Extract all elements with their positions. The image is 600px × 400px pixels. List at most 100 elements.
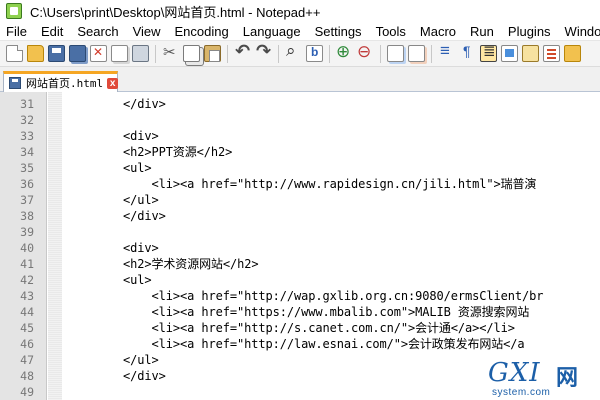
line-text: </div> bbox=[66, 369, 166, 383]
tab-label: 网站首页.html bbox=[26, 77, 104, 90]
code-line[interactable]: 33 <div> bbox=[0, 128, 600, 144]
line-number: 37 bbox=[20, 193, 34, 207]
window-title: C:\Users\print\Desktop\网站首页.html - Notep… bbox=[30, 4, 321, 20]
line-number: 33 bbox=[20, 129, 34, 143]
code-line[interactable]: 38 </div> bbox=[0, 208, 600, 224]
close-icon[interactable] bbox=[90, 45, 107, 62]
menu-settings[interactable]: Settings bbox=[308, 22, 369, 40]
line-number: 34 bbox=[20, 145, 34, 159]
toolbar-separator bbox=[431, 44, 432, 63]
watermark-sub-text: system.com bbox=[492, 387, 551, 398]
undo-icon[interactable] bbox=[234, 41, 251, 62]
save-icon[interactable] bbox=[48, 45, 65, 62]
menu-search[interactable]: Search bbox=[70, 22, 125, 40]
menu-edit[interactable]: Edit bbox=[34, 22, 70, 40]
toolbar-separator bbox=[329, 44, 330, 63]
line-text: </div> bbox=[66, 209, 166, 223]
line-number: 48 bbox=[20, 369, 34, 383]
code-line[interactable]: 43 <li><a href="http://wap.gxlib.org.cn:… bbox=[0, 288, 600, 304]
code-line[interactable]: 32 bbox=[0, 112, 600, 128]
line-text: <div> bbox=[66, 241, 159, 255]
new-file-icon[interactable] bbox=[6, 45, 23, 62]
code-line[interactable]: 44 <li><a href="https://www.mbalib.com">… bbox=[0, 304, 600, 320]
line-number: 38 bbox=[20, 209, 34, 223]
copy-icon[interactable] bbox=[183, 45, 200, 62]
line-text: <h2>学术资源网站</h2> bbox=[66, 257, 259, 271]
function-list-icon[interactable] bbox=[543, 45, 560, 62]
line-text: </div> bbox=[66, 97, 166, 111]
menu-file[interactable]: File bbox=[0, 22, 34, 40]
line-number: 44 bbox=[20, 305, 34, 319]
paste-icon[interactable] bbox=[204, 45, 221, 62]
menu-run[interactable]: Run bbox=[463, 22, 501, 40]
editor-area[interactable]: 31 </div> 32 33 <div> 34 <h2>PPT资源</h2> … bbox=[0, 92, 600, 400]
zoom-out-icon[interactable] bbox=[357, 42, 374, 62]
site-watermark-logo: GXI 网 system.com bbox=[488, 358, 596, 398]
toolbar bbox=[0, 41, 600, 67]
toolbar-separator bbox=[278, 44, 279, 63]
word-wrap-icon[interactable] bbox=[438, 41, 455, 62]
line-number: 46 bbox=[20, 337, 34, 351]
cut-icon[interactable] bbox=[162, 43, 179, 62]
menu-window[interactable]: Window bbox=[558, 22, 600, 40]
line-number: 47 bbox=[20, 353, 34, 367]
sync-vertical-icon[interactable] bbox=[387, 45, 404, 62]
tab-close-icon[interactable]: x bbox=[107, 77, 119, 89]
sync-horizontal-icon[interactable] bbox=[408, 45, 425, 62]
tab-document[interactable]: 网站首页.html x bbox=[3, 71, 119, 92]
menu-language[interactable]: Language bbox=[236, 22, 308, 40]
menu-encoding[interactable]: Encoding bbox=[168, 22, 236, 40]
code-line[interactable]: 41 <h2>学术资源网站</h2> bbox=[0, 256, 600, 272]
line-number: 35 bbox=[20, 161, 34, 175]
code-line[interactable]: 35 <ul> bbox=[0, 160, 600, 176]
indent-guide-icon[interactable] bbox=[480, 42, 497, 62]
print-icon[interactable] bbox=[132, 45, 149, 62]
line-text: <li><a href="http://www.rapidesign.cn/ji… bbox=[66, 177, 537, 191]
save-all-icon[interactable] bbox=[69, 45, 86, 62]
menu-tools[interactable]: Tools bbox=[369, 22, 413, 40]
menu-plugins[interactable]: Plugins bbox=[501, 22, 558, 40]
menu-macro[interactable]: Macro bbox=[413, 22, 463, 40]
code-line[interactable]: 39 bbox=[0, 224, 600, 240]
line-number: 31 bbox=[20, 97, 34, 111]
zoom-in-icon[interactable] bbox=[336, 42, 353, 62]
line-number: 32 bbox=[20, 113, 34, 127]
line-text: <li><a href="https://www.mbalib.com">MAL… bbox=[66, 305, 530, 319]
line-number: 36 bbox=[20, 177, 34, 191]
code-line[interactable]: 34 <h2>PPT资源</h2> bbox=[0, 144, 600, 160]
open-file-icon[interactable] bbox=[27, 45, 44, 62]
watermark-cn-text: 网 bbox=[556, 366, 579, 391]
document-map-icon[interactable] bbox=[522, 45, 539, 62]
line-number: 41 bbox=[20, 257, 34, 271]
code-line[interactable]: 42 <ul> bbox=[0, 272, 600, 288]
line-text: </ul> bbox=[66, 193, 159, 207]
code-line[interactable]: 36 <li><a href="http://www.rapidesign.cn… bbox=[0, 176, 600, 192]
notepad-plus-plus-app-icon bbox=[6, 3, 22, 19]
line-number: 45 bbox=[20, 321, 34, 335]
code-line[interactable]: 37 </ul> bbox=[0, 192, 600, 208]
code-line[interactable]: 31 </div> bbox=[0, 96, 600, 112]
user-defined-language-icon[interactable] bbox=[501, 45, 518, 62]
line-text: <div> bbox=[66, 129, 159, 143]
replace-icon[interactable] bbox=[306, 45, 323, 62]
redo-icon[interactable] bbox=[255, 41, 272, 62]
line-text: </ul> bbox=[66, 353, 159, 367]
close-all-icon[interactable] bbox=[111, 45, 128, 62]
line-number: 43 bbox=[20, 289, 34, 303]
find-icon[interactable] bbox=[285, 41, 302, 62]
menu-view[interactable]: View bbox=[126, 22, 168, 40]
code-line[interactable]: 46 <li><a href="http://law.esnai.com/">会… bbox=[0, 336, 600, 352]
line-number: 39 bbox=[20, 225, 34, 239]
document-tab-bar: 网站首页.html x bbox=[0, 67, 600, 92]
folder-workspace-icon[interactable] bbox=[564, 45, 581, 62]
line-text: <ul> bbox=[66, 273, 152, 287]
toolbar-separator bbox=[155, 44, 156, 63]
code-line[interactable]: 45 <li><a href="http://s.canet.com.cn/">… bbox=[0, 320, 600, 336]
line-text: <li><a href="http://law.esnai.com/">会计政策… bbox=[66, 337, 525, 351]
line-number: 49 bbox=[20, 385, 34, 399]
code-line[interactable]: 40 <div> bbox=[0, 240, 600, 256]
line-number: 42 bbox=[20, 273, 34, 287]
toolbar-separator bbox=[380, 44, 381, 63]
show-all-characters-icon[interactable] bbox=[459, 43, 476, 62]
code-lines: 31 </div> 32 33 <div> 34 <h2>PPT资源</h2> … bbox=[0, 96, 600, 400]
